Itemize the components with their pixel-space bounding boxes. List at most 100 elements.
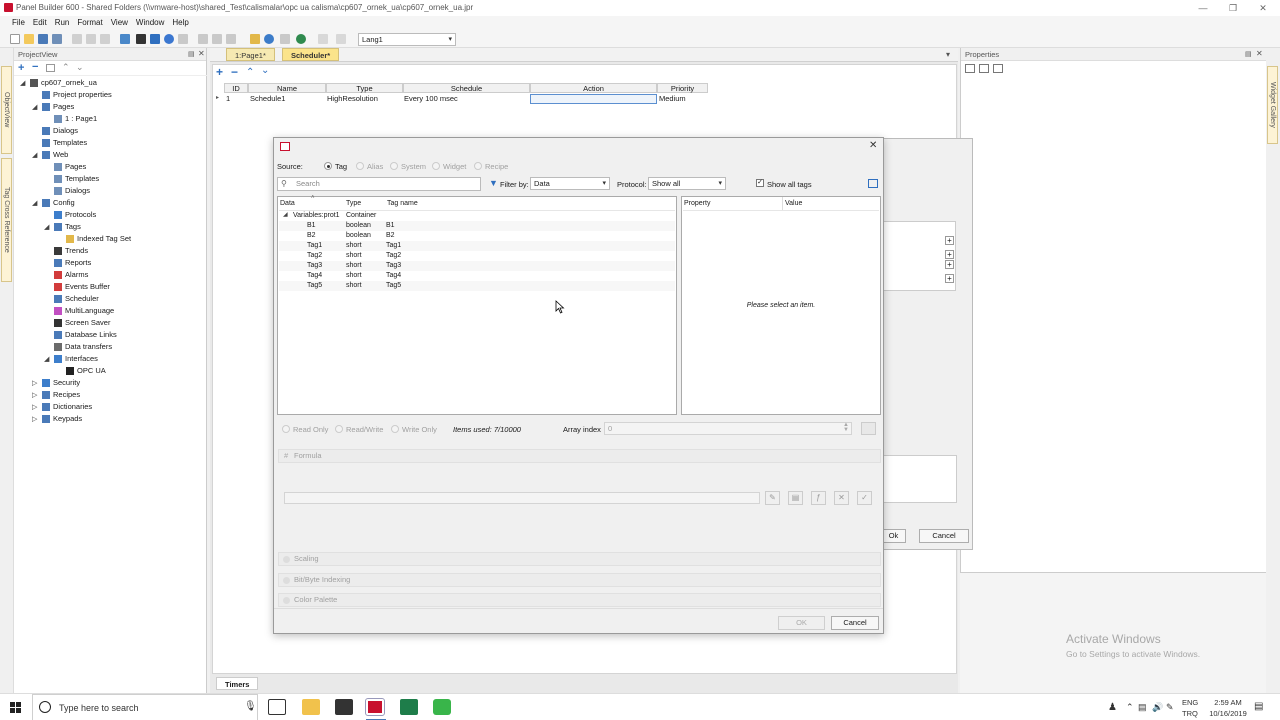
distribute-icon[interactable] [212, 34, 222, 44]
column-header-type[interactable]: Type [326, 83, 403, 93]
mail-icon[interactable] [335, 699, 353, 715]
menu-window[interactable]: Window [132, 16, 168, 31]
language-select[interactable]: Lang1 [358, 33, 456, 46]
tag-row[interactable]: Tag1 short Tag1 [279, 241, 675, 251]
layer-icon[interactable] [318, 34, 328, 44]
array-index-spinner-icon[interactable]: ▲ ▼ [843, 422, 849, 433]
schedule-action[interactable] [530, 94, 657, 104]
microphone-icon[interactable]: 🎙 [244, 701, 257, 712]
tree-item[interactable]: Screen Saver [54, 317, 110, 329]
tab-tag-cross-reference[interactable]: Tag Cross Reference [1, 158, 12, 282]
tree-item[interactable]: Security [42, 377, 80, 389]
events-icon[interactable] [993, 64, 1003, 73]
cancel-button[interactable]: Cancel [831, 616, 879, 630]
remove-icon[interactable]: − [32, 61, 38, 73]
panel-close-icon[interactable]: ✕ [198, 49, 205, 58]
schedule-id[interactable]: 1 [226, 94, 230, 104]
scaling-section-header[interactable]: Scaling [278, 552, 881, 566]
add-row-icon[interactable]: + [945, 260, 954, 269]
menu-help[interactable]: Help [168, 16, 192, 31]
menu-edit[interactable]: Edit [29, 16, 51, 31]
task-view-icon[interactable] [268, 699, 286, 715]
tree-item[interactable]: Project properties [42, 89, 112, 101]
language-line2[interactable]: TRQ [1182, 709, 1198, 718]
tree-expander-icon[interactable]: ◢ [32, 199, 37, 207]
app-ex-icon[interactable] [433, 699, 451, 715]
notifications-icon[interactable]: ▤ [1254, 701, 1263, 712]
undo-icon[interactable] [120, 34, 130, 44]
language-line1[interactable]: ENG [1182, 698, 1198, 707]
read-only-radio[interactable] [282, 425, 290, 433]
save-all-icon[interactable] [52, 34, 62, 44]
run-icon[interactable] [164, 34, 174, 44]
panel-pin-icon[interactable]: ▤ [1245, 50, 1252, 58]
add-schedule-icon[interactable]: + [216, 65, 223, 79]
group-icon[interactable] [226, 34, 236, 44]
source-widget-radio[interactable] [432, 162, 440, 170]
tab-scheduler[interactable]: Scheduler* [282, 48, 340, 61]
tag-row[interactable]: Tag5 short Tag5 [279, 281, 675, 291]
tag-row[interactable]: Tag2 short Tag2 [279, 251, 675, 261]
tree-item[interactable]: Dialogs [54, 185, 90, 197]
clear-formula-icon[interactable]: ✕ [834, 491, 849, 505]
tag-row[interactable]: Tag3 short Tag3 [279, 261, 675, 271]
show-all-tags-checkbox[interactable]: ✓ [756, 179, 764, 187]
tree-item[interactable]: MultiLanguage [54, 305, 114, 317]
source-tag-radio[interactable] [324, 162, 332, 170]
add-row-icon[interactable]: + [945, 274, 954, 283]
background-ok-button[interactable]: Ok [881, 529, 906, 543]
tree-item[interactable]: Templates [54, 173, 99, 185]
source-alias-radio[interactable] [356, 162, 364, 170]
tree-item[interactable]: Reports [54, 257, 91, 269]
menu-run[interactable]: Run [51, 16, 74, 31]
menu-format[interactable]: Format [73, 16, 106, 31]
ok-button[interactable]: OK [778, 616, 825, 630]
tree-item[interactable]: 1 : Page1 [54, 113, 97, 125]
save-icon[interactable] [38, 34, 48, 44]
panel-builder-taskbar-icon[interactable] [365, 698, 385, 716]
array-index-tag-icon[interactable] [861, 422, 876, 435]
tree-item[interactable]: Config [42, 197, 75, 209]
column-header-id[interactable]: ID [224, 83, 248, 93]
people-icon[interactable]: ♟ [1108, 702, 1117, 713]
tree-item[interactable]: Data transfers [54, 341, 112, 353]
remove-schedule-icon[interactable]: − [231, 65, 238, 79]
column-header-type[interactable]: Type [346, 199, 361, 209]
dialog-close-icon[interactable]: ✕ [869, 140, 877, 151]
column-header-name[interactable]: Name [248, 83, 326, 93]
source-recipe-radio[interactable] [474, 162, 482, 170]
tree-item[interactable]: Pages [42, 101, 74, 113]
tree-item[interactable]: Dictionaries [42, 401, 92, 413]
volume-icon[interactable]: 🔊 [1152, 702, 1163, 713]
taskbar-search[interactable]: Type here to search 🎙 [32, 694, 258, 720]
tree-item[interactable]: Keypads [42, 413, 82, 425]
bit-byte-indexing-section-header[interactable]: Bit/Byte Indexing [278, 573, 881, 587]
tree-item[interactable]: Alarms [54, 269, 88, 281]
code-editor-icon[interactable] [400, 699, 418, 715]
tree-item[interactable]: cp607_ornek_ua [30, 77, 97, 89]
menu-view[interactable]: View [107, 16, 132, 31]
formula-input[interactable] [284, 492, 760, 504]
align-icon[interactable] [198, 34, 208, 44]
properties-icon[interactable] [46, 64, 55, 72]
edit-formula-icon[interactable]: ✎ [765, 491, 780, 505]
clock-time[interactable]: 2:59 AM [1208, 698, 1248, 707]
network-icon[interactable]: ▤ [1138, 702, 1147, 713]
tree-item[interactable]: Interfaces [54, 353, 98, 365]
column-header-schedule[interactable]: Schedule [403, 83, 530, 93]
copy-icon[interactable] [86, 34, 96, 44]
schedule-name[interactable]: Schedule1 [250, 94, 285, 104]
start-button[interactable] [0, 694, 32, 720]
apply-formula-icon[interactable]: ✓ [857, 491, 872, 505]
move-down-icon[interactable]: ⌄ [261, 65, 269, 76]
categorized-icon[interactable] [965, 64, 975, 73]
clock-date[interactable]: 10/16/2019 [1204, 709, 1252, 718]
panel-close-icon[interactable]: ✕ [1256, 49, 1263, 58]
tree-item[interactable]: Tags [54, 221, 81, 233]
schedule-priority[interactable]: Medium [659, 94, 686, 104]
tree-expander-icon[interactable]: ◢ [44, 223, 49, 231]
function-icon[interactable]: ƒ [811, 491, 826, 505]
tree-expander-icon[interactable]: ▷ [32, 403, 37, 411]
cut-icon[interactable] [72, 34, 82, 44]
column-header-tag-name[interactable]: Tag name [387, 199, 418, 209]
